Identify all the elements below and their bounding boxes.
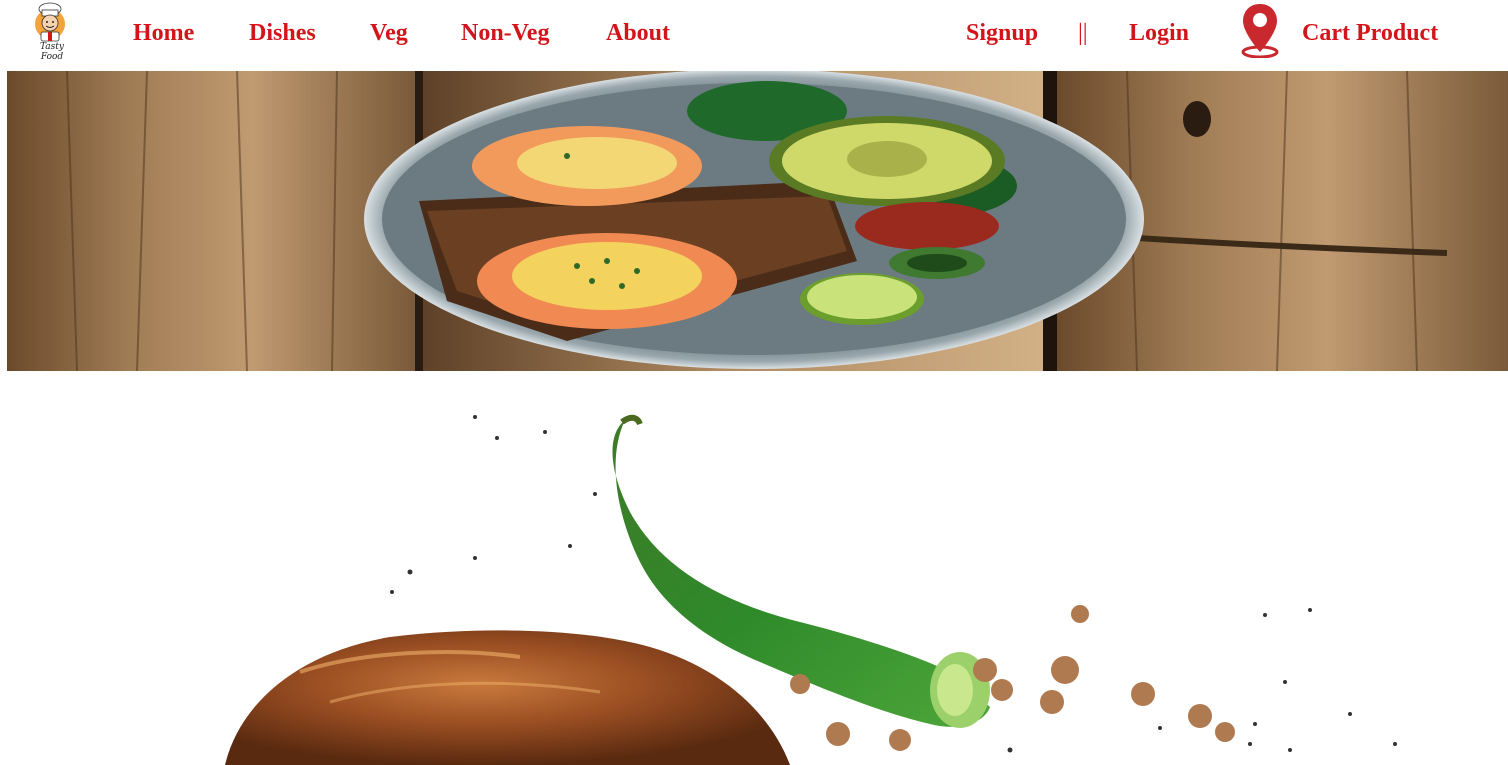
nav-veg-link[interactable]: Veg bbox=[370, 18, 408, 48]
login-link[interactable]: Login bbox=[1129, 18, 1189, 48]
nav-separator: || bbox=[1078, 20, 1088, 46]
nav-nonveg-link[interactable]: Non-Veg bbox=[461, 18, 549, 48]
signup-link[interactable]: Signup bbox=[966, 18, 1038, 48]
nav-about-link[interactable]: About bbox=[606, 18, 670, 48]
nav-home-link[interactable]: Home bbox=[133, 18, 194, 48]
top-navbar: Tasty Food Home Dishes Veg Non-Veg About… bbox=[0, 0, 1508, 70]
nav-dishes-link[interactable]: Dishes bbox=[249, 18, 316, 48]
cart-product-link[interactable]: Cart Product bbox=[1302, 18, 1438, 48]
food-showcase-image bbox=[0, 372, 1508, 765]
logo-text: Tasty Food bbox=[40, 42, 64, 62]
hero-banner-image bbox=[7, 71, 1508, 371]
location-pin-icon[interactable] bbox=[1240, 2, 1280, 58]
